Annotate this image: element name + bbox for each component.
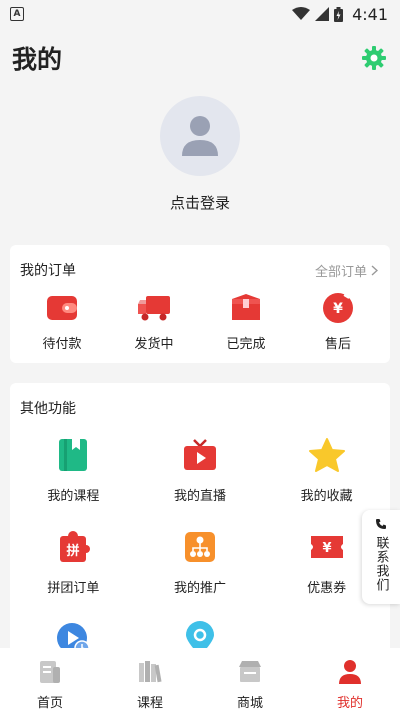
gear-icon [362, 46, 386, 70]
tab-mine[interactable]: 我的 [310, 658, 390, 710]
login-link[interactable]: 点击登录 [170, 192, 230, 213]
orders-card: 我的订单 全部订单 待付款 发货中 已完成 ¥ 售后 [10, 245, 390, 363]
my-promotion[interactable]: 我的推广 [137, 521, 264, 599]
home-document-icon [40, 661, 60, 683]
page-header: 我的 [0, 28, 400, 88]
status-time: 4:41 [352, 4, 388, 24]
chevron-right-icon [371, 264, 378, 276]
svg-text:¥: ¥ [333, 301, 343, 317]
order-shipping[interactable]: 发货中 [114, 291, 194, 352]
yen-refresh-icon: ¥ [323, 293, 353, 323]
other-functions-card: 其他功能 我的课程 我的直播 我的收藏 拼 拼团订单 我的推广 ¥ 优惠券 [10, 383, 390, 673]
battery-icon [334, 6, 344, 22]
svg-text:¥: ¥ [322, 541, 331, 556]
order-completed[interactable]: 已完成 [206, 291, 286, 352]
order-after-sale[interactable]: ¥ 售后 [298, 291, 378, 352]
share-network-icon [184, 532, 215, 562]
star-icon [308, 438, 345, 472]
my-live[interactable]: 我的直播 [137, 429, 264, 507]
wifi-icon [292, 7, 311, 20]
other-functions-title: 其他功能 [20, 401, 76, 417]
orders-title: 我的订单 [20, 263, 76, 279]
truck-icon [138, 296, 170, 321]
notification-a-icon: A [10, 7, 24, 21]
wallet-icon [47, 296, 77, 320]
tab-mall[interactable]: 商城 [210, 658, 290, 710]
my-courses[interactable]: 我的课程 [10, 429, 137, 507]
avatar[interactable] [160, 96, 240, 176]
bottom-tab-bar: 首页 课程 商城 我的 [0, 648, 400, 710]
group-buy-orders[interactable]: 拼 拼团订单 [10, 521, 137, 599]
contact-us-label: 联系我们 [373, 536, 389, 592]
status-bar: A 4:41 [0, 0, 400, 28]
my-favorites[interactable]: 我的收藏 [263, 429, 390, 507]
order-pending-payment[interactable]: 待付款 [22, 291, 102, 352]
group-buy-icon: 拼 [60, 531, 91, 562]
contact-us-button[interactable]: 联系我们 [362, 510, 400, 604]
store-icon [239, 661, 261, 682]
svg-text:拼: 拼 [67, 543, 80, 559]
tab-courses[interactable]: 课程 [110, 658, 190, 710]
user-silhouette-icon [182, 116, 218, 156]
profile-section[interactable]: 点击登录 [0, 96, 400, 226]
box-icon [232, 294, 260, 320]
books-icon [139, 661, 162, 683]
phone-icon [376, 519, 386, 529]
settings-button[interactable] [360, 44, 388, 72]
tv-play-icon [183, 439, 216, 470]
book-icon [59, 439, 88, 471]
user-icon [339, 660, 361, 684]
coupon-icon: ¥ [310, 536, 343, 558]
tab-home[interactable]: 首页 [10, 658, 90, 710]
page-title: 我的 [12, 45, 63, 74]
cell-signal-icon [315, 7, 330, 21]
all-orders-link[interactable]: 全部订单 [315, 261, 378, 280]
